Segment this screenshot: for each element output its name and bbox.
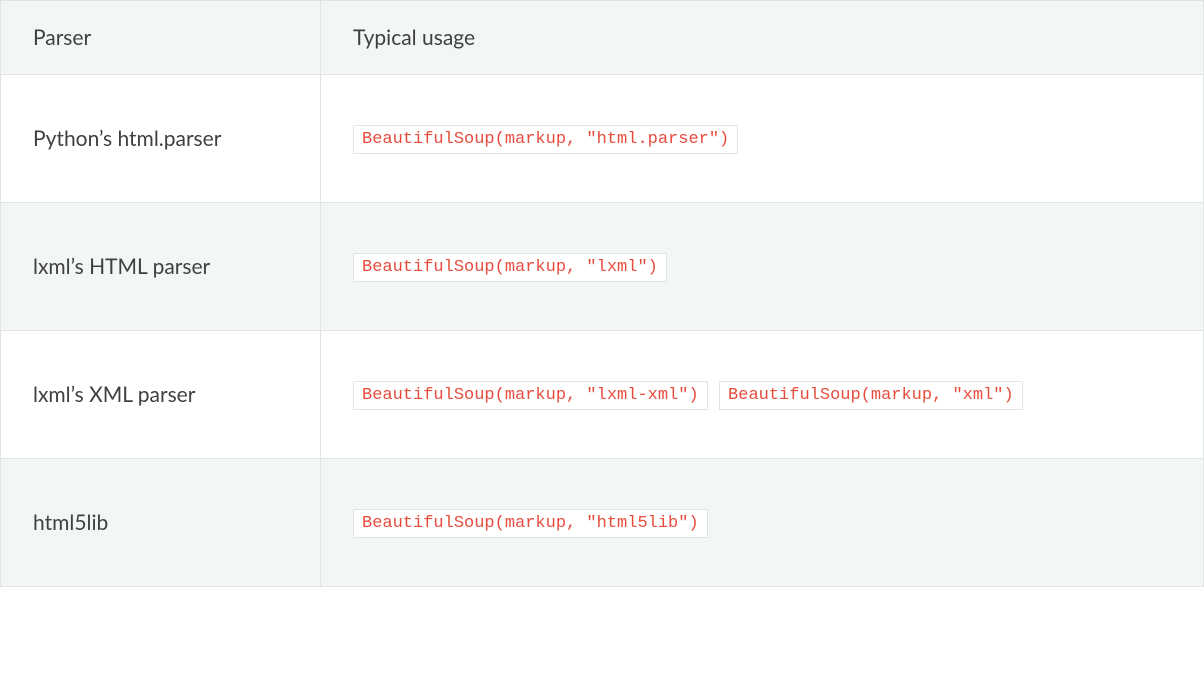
parser-table: Parser Typical usage Python’s html.parse… [0, 0, 1204, 587]
parser-name: Python’s html.parser [1, 75, 321, 203]
code-snippet: BeautifulSoup(markup, "xml") [719, 381, 1023, 410]
table-row: Python’s html.parser BeautifulSoup(marku… [1, 75, 1204, 203]
parser-usage: BeautifulSoup(markup, "lxml") [321, 203, 1204, 331]
code-snippet: BeautifulSoup(markup, "html.parser") [353, 125, 738, 154]
table-header-row: Parser Typical usage [1, 1, 1204, 75]
parser-usage: BeautifulSoup(markup, "html5lib") [321, 459, 1204, 587]
parser-usage: BeautifulSoup(markup, "html.parser") [321, 75, 1204, 203]
code-snippet: BeautifulSoup(markup, "html5lib") [353, 509, 708, 538]
code-snippet: BeautifulSoup(markup, "lxml-xml") [353, 381, 708, 410]
table-row: html5lib BeautifulSoup(markup, "html5lib… [1, 459, 1204, 587]
parser-name: html5lib [1, 459, 321, 587]
parser-name: lxml’s HTML parser [1, 203, 321, 331]
header-usage: Typical usage [321, 1, 1204, 75]
table-row: lxml’s XML parser BeautifulSoup(markup, … [1, 331, 1204, 459]
parser-usage: BeautifulSoup(markup, "lxml-xml") Beauti… [321, 331, 1204, 459]
parser-name: lxml’s XML parser [1, 331, 321, 459]
header-parser: Parser [1, 1, 321, 75]
code-snippet: BeautifulSoup(markup, "lxml") [353, 253, 667, 282]
table-row: lxml’s HTML parser BeautifulSoup(markup,… [1, 203, 1204, 331]
